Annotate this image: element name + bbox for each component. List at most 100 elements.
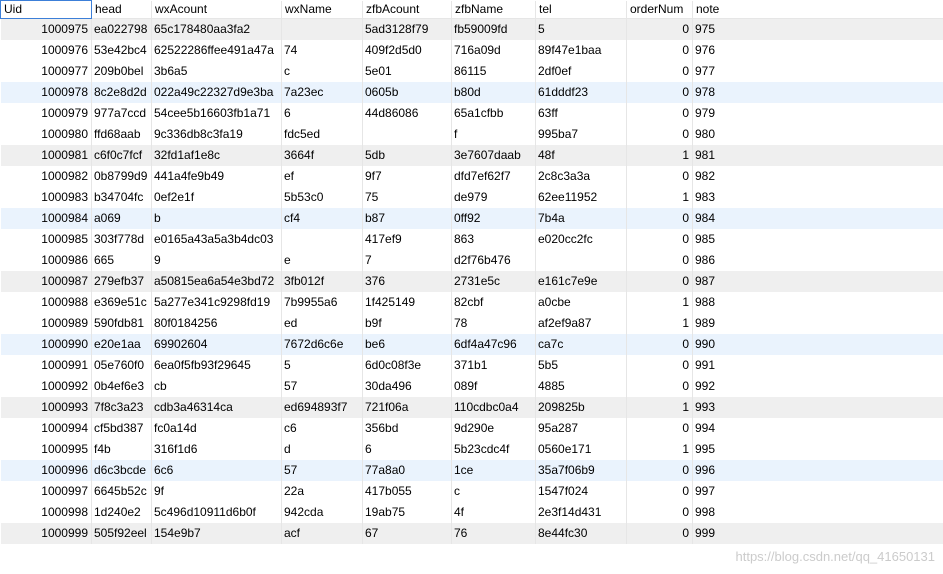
cell-note[interactable]: 975 bbox=[692, 18, 943, 40]
cell-wxacount[interactable]: 154e9b7 bbox=[151, 523, 282, 544]
cell-note[interactable]: 997 bbox=[692, 481, 943, 502]
column-header-zfbname[interactable]: zfbName bbox=[451, 0, 536, 19]
cell-zfbacount[interactable]: 5e01 bbox=[362, 61, 452, 82]
cell-wxacount[interactable]: 3b6a5 bbox=[151, 61, 282, 82]
cell-zfbacount[interactable]: 5ad3128f79 bbox=[362, 18, 452, 40]
cell-zfbacount[interactable]: 77a8a0 bbox=[362, 460, 452, 481]
column-header-tel[interactable]: tel bbox=[535, 0, 627, 19]
cell-zfbacount[interactable]: 67 bbox=[362, 523, 452, 544]
cell-zfbname[interactable]: d2f76b476 bbox=[451, 250, 536, 271]
cell-wxname[interactable]: 942cda bbox=[281, 502, 363, 523]
cell-tel[interactable]: 61dddf23 bbox=[535, 82, 627, 103]
cell-wxname[interactable]: 22a bbox=[281, 481, 363, 502]
cell-tel[interactable]: af2ef9a87 bbox=[535, 313, 627, 334]
cell-zfbname[interactable]: f bbox=[451, 124, 536, 145]
cell-head[interactable]: 665 bbox=[91, 250, 152, 271]
column-header-zfbacount[interactable]: zfbAcount bbox=[362, 0, 452, 19]
cell-uid[interactable]: 1000991 bbox=[0, 355, 92, 376]
cell-wxacount[interactable]: 32fd1af1e8c bbox=[151, 145, 282, 166]
cell-wxname[interactable]: 7672d6c6e bbox=[281, 334, 363, 355]
cell-zfbname[interactable]: 2731e5c bbox=[451, 271, 536, 292]
cell-wxname[interactable]: c bbox=[281, 61, 363, 82]
cell-tel[interactable]: ca7c bbox=[535, 334, 627, 355]
cell-note[interactable]: 992 bbox=[692, 376, 943, 397]
cell-zfbname[interactable]: fb59009fd bbox=[451, 18, 536, 40]
cell-wxname[interactable]: 3fb012f bbox=[281, 271, 363, 292]
table-row[interactable]: 1000982 0b8799d9 441a4fe9b49 ef 9f7 dfd7ef62f… bbox=[0, 166, 943, 187]
cell-tel[interactable]: 209825b bbox=[535, 397, 627, 418]
cell-head[interactable]: c6f0c7fcf bbox=[91, 145, 152, 166]
cell-zfbacount[interactable]: 417b055 bbox=[362, 481, 452, 502]
cell-tel[interactable]: 7b4a bbox=[535, 208, 627, 229]
column-header-wxname[interactable]: wxName bbox=[281, 0, 363, 19]
cell-note[interactable]: 995 bbox=[692, 439, 943, 460]
cell-note[interactable]: 978 bbox=[692, 82, 943, 103]
cell-ordernum[interactable]: 0 bbox=[626, 250, 693, 271]
cell-wxname[interactable]: 7b9955a6 bbox=[281, 292, 363, 313]
column-header-head[interactable]: head bbox=[91, 0, 152, 19]
cell-head[interactable]: 8c2e8d2d bbox=[91, 82, 152, 103]
cell-uid[interactable]: 1000982 bbox=[0, 166, 92, 187]
cell-ordernum[interactable]: 0 bbox=[626, 334, 693, 355]
cell-zfbname[interactable]: de979 bbox=[451, 187, 536, 208]
cell-wxname[interactable] bbox=[281, 18, 363, 40]
cell-tel[interactable]: 5 bbox=[535, 18, 627, 40]
cell-tel[interactable]: 95a287 bbox=[535, 418, 627, 439]
cell-wxname[interactable]: c6 bbox=[281, 418, 363, 439]
cell-wxname[interactable]: 5b53c0 bbox=[281, 187, 363, 208]
cell-wxname[interactable]: acf bbox=[281, 523, 363, 544]
cell-uid[interactable]: 1000987 bbox=[0, 271, 92, 292]
cell-zfbacount[interactable]: 409f2d5d0 bbox=[362, 40, 452, 61]
cell-tel[interactable]: 8e44fc30 bbox=[535, 523, 627, 544]
cell-wxacount[interactable]: 54cee5b16603fb1a71 bbox=[151, 103, 282, 124]
cell-zfbname[interactable]: 6df4a47c96 bbox=[451, 334, 536, 355]
table-row[interactable]: 1000979 977a7ccd 54cee5b16603fb1a71 6 44d860… bbox=[0, 103, 943, 124]
cell-zfbacount[interactable]: 417ef9 bbox=[362, 229, 452, 250]
cell-zfbacount[interactable]: 721f06a bbox=[362, 397, 452, 418]
cell-tel[interactable] bbox=[535, 250, 627, 271]
cell-wxacount[interactable]: 316f1d6 bbox=[151, 439, 282, 460]
cell-tel[interactable]: 5b5 bbox=[535, 355, 627, 376]
table-row[interactable]: 1000997 6645b52c 9f 22a 417b055 c 1547f024 0 997 bbox=[0, 481, 943, 502]
cell-tel[interactable]: 89f47e1baa bbox=[535, 40, 627, 61]
cell-tel[interactable]: 63ff bbox=[535, 103, 627, 124]
cell-head[interactable]: 53e42bc4 bbox=[91, 40, 152, 61]
table-row[interactable]: 1000993 7f8c3a23 cdb3a46314ca ed694893f7 721… bbox=[0, 397, 943, 418]
cell-note[interactable]: 984 bbox=[692, 208, 943, 229]
table-row[interactable]: 1000989 590fdb81 80f0184256 ed b9f 78 af2ef9a8… bbox=[0, 313, 943, 334]
cell-wxacount[interactable]: 80f0184256 bbox=[151, 313, 282, 334]
cell-note[interactable]: 998 bbox=[692, 502, 943, 523]
cell-zfbname[interactable]: 4f bbox=[451, 502, 536, 523]
cell-wxname[interactable]: 57 bbox=[281, 376, 363, 397]
cell-tel[interactable]: 995ba7 bbox=[535, 124, 627, 145]
cell-tel[interactable]: e020cc2fc bbox=[535, 229, 627, 250]
cell-wxacount[interactable]: 9c336db8c3fa19 bbox=[151, 124, 282, 145]
cell-zfbname[interactable]: 9d290e bbox=[451, 418, 536, 439]
cell-zfbacount[interactable]: 19ab75 bbox=[362, 502, 452, 523]
table-row[interactable]: 1000994 cf5bd387 fc0a14d c6 356bd 9d290e 95a28… bbox=[0, 418, 943, 439]
cell-head[interactable]: 1d240e2 bbox=[91, 502, 152, 523]
cell-head[interactable]: b34704fc bbox=[91, 187, 152, 208]
table-row[interactable]: 1000985 303f778d e0165a43a5a3b4dc03 417ef9 8… bbox=[0, 229, 943, 250]
cell-wxname[interactable]: 3664f bbox=[281, 145, 363, 166]
cell-zfbacount[interactable]: 6d0c08f3e bbox=[362, 355, 452, 376]
cell-zfbacount[interactable]: 30da496 bbox=[362, 376, 452, 397]
cell-ordernum[interactable]: 0 bbox=[626, 355, 693, 376]
cell-head[interactable]: cf5bd387 bbox=[91, 418, 152, 439]
cell-ordernum[interactable]: 0 bbox=[626, 18, 693, 40]
cell-note[interactable]: 980 bbox=[692, 124, 943, 145]
cell-head[interactable]: 6645b52c bbox=[91, 481, 152, 502]
column-header-wxacount[interactable]: wxAcount bbox=[151, 0, 282, 19]
cell-zfbacount[interactable]: be6 bbox=[362, 334, 452, 355]
cell-uid[interactable]: 1000993 bbox=[0, 397, 92, 418]
cell-zfbacount[interactable]: 1f425149 bbox=[362, 292, 452, 313]
cell-head[interactable]: 7f8c3a23 bbox=[91, 397, 152, 418]
cell-wxname[interactable]: 57 bbox=[281, 460, 363, 481]
cell-ordernum[interactable]: 0 bbox=[626, 229, 693, 250]
cell-note[interactable]: 982 bbox=[692, 166, 943, 187]
cell-tel[interactable]: e161c7e9e bbox=[535, 271, 627, 292]
cell-zfbname[interactable]: 0ff92 bbox=[451, 208, 536, 229]
cell-zfbacount[interactable]: 5db bbox=[362, 145, 452, 166]
cell-head[interactable]: 0b4ef6e3 bbox=[91, 376, 152, 397]
cell-uid[interactable]: 1000983 bbox=[0, 187, 92, 208]
